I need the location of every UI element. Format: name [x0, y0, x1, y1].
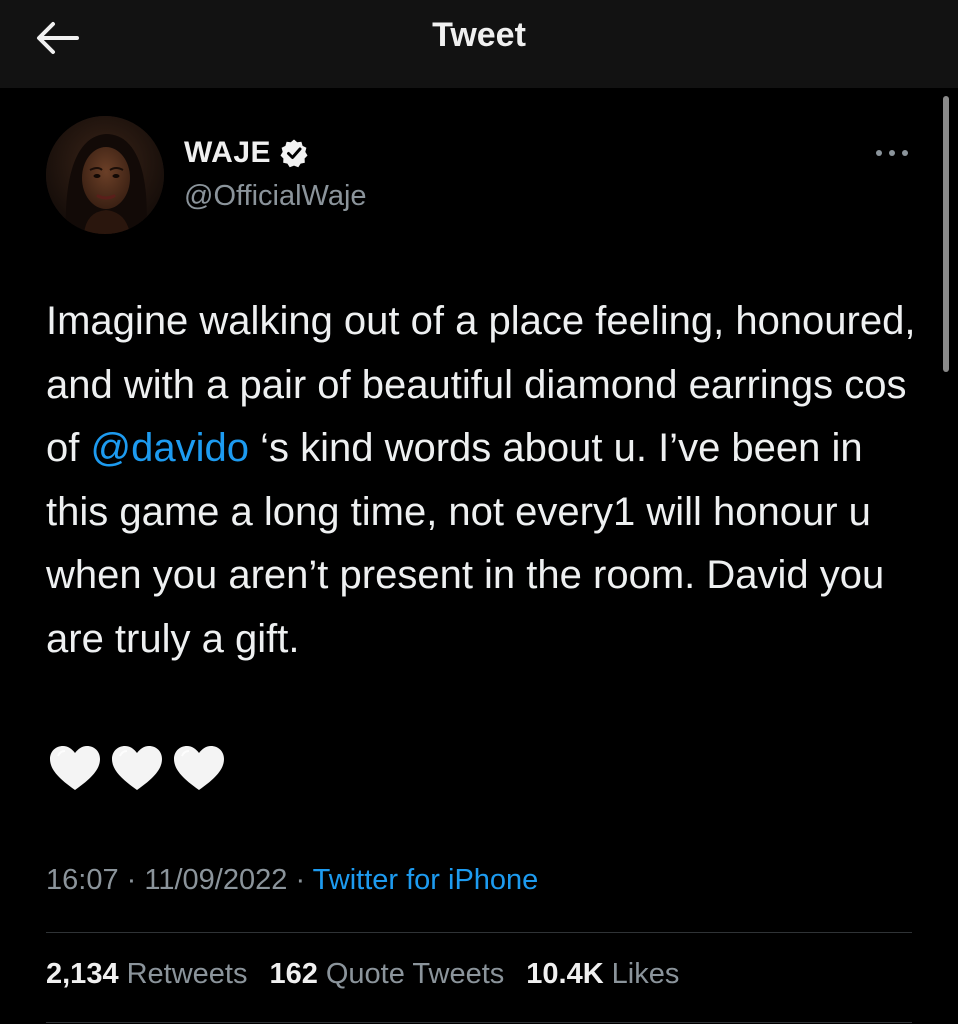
retweets-stat[interactable]: 2,134 Retweets [46, 958, 247, 991]
quote-tweets-count: 162 [269, 958, 318, 990]
avatar[interactable] [46, 116, 164, 234]
quote-tweets-stat[interactable]: 162 Quote Tweets [269, 958, 504, 991]
tweet-date[interactable]: 11/09/2022 [144, 864, 287, 896]
likes-count: 10.4K [526, 958, 604, 990]
likes-stat[interactable]: 10.4K Likes [526, 958, 679, 991]
divider [46, 932, 912, 933]
white-heart-icon [50, 746, 100, 790]
author-display-name: WAJE [184, 136, 272, 169]
likes-label: Likes [611, 958, 680, 990]
more-horizontal-icon [876, 150, 908, 156]
tweet-source-link[interactable]: Twitter for iPhone [313, 864, 539, 896]
scrollbar[interactable] [943, 96, 949, 372]
tweet-text: Imagine walking out of a place feeling, … [46, 290, 926, 671]
top-bar: Tweet [0, 0, 958, 88]
avatar-image [46, 116, 164, 234]
quote-tweets-label: Quote Tweets [325, 958, 505, 990]
page-title: Tweet [432, 16, 526, 54]
mention-link[interactable]: @davido [90, 426, 248, 470]
retweets-label: Retweets [126, 958, 248, 990]
meta-separator: · [295, 864, 306, 896]
white-heart-icon [174, 746, 224, 790]
verified-badge-icon [280, 139, 308, 168]
tweet-time[interactable]: 16:07 [46, 864, 119, 896]
author-name[interactable]: WAJE [184, 136, 309, 170]
white-heart-icon [112, 746, 162, 790]
tweet-stats: 2,134 Retweets 162 Quote Tweets 10.4K Likes [46, 958, 679, 991]
retweets-count: 2,134 [46, 958, 119, 990]
tweet-meta: 16:07 · 11/09/2022 · Twitter for iPhone [46, 864, 538, 897]
emoji-row [46, 740, 228, 798]
divider [46, 1022, 912, 1023]
more-options-button[interactable] [870, 138, 914, 168]
meta-separator: · [126, 864, 137, 896]
author-handle[interactable]: @OfficialWaje [184, 180, 367, 213]
